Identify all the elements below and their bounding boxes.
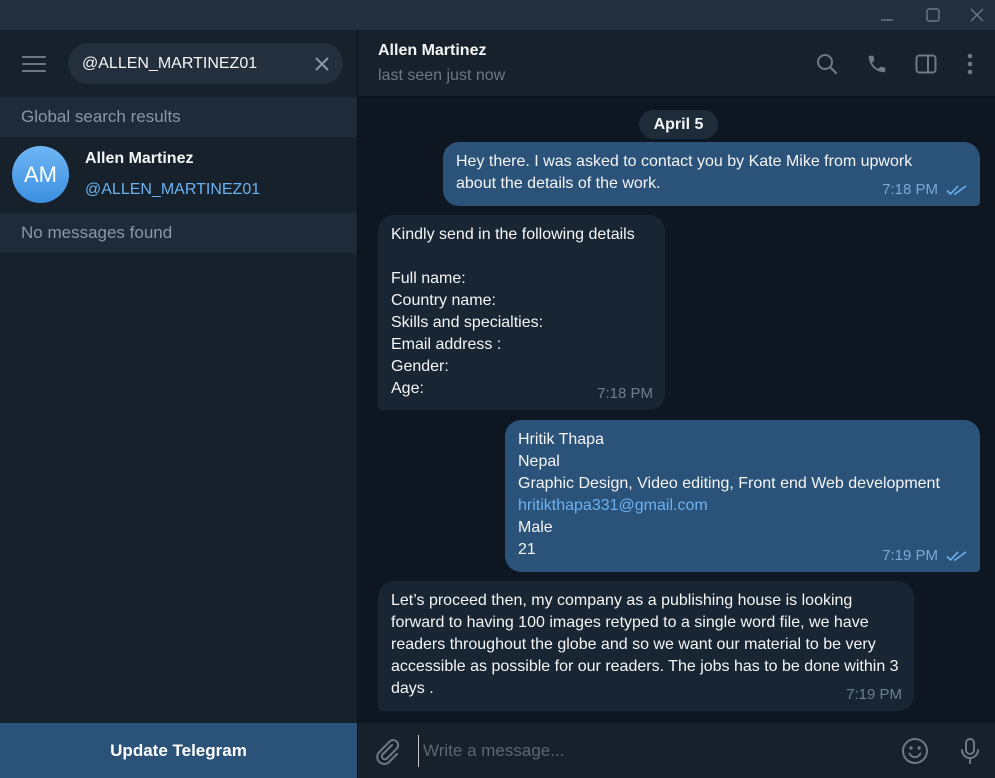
message-time: 7:18 PM xyxy=(597,385,653,402)
message-bubble-incoming[interactable]: Let’s proceed then, my company as a publ… xyxy=(378,581,914,711)
message-time: 7:19 PM xyxy=(882,547,938,564)
paperclip-icon[interactable] xyxy=(372,736,402,766)
clear-search-icon[interactable] xyxy=(311,53,333,75)
chat-status: last seen just now xyxy=(378,67,506,84)
search-icon[interactable] xyxy=(813,50,841,78)
message-input[interactable] xyxy=(418,735,888,767)
message-line: Nepal xyxy=(518,453,560,470)
close-icon[interactable] xyxy=(954,0,995,30)
emoji-icon[interactable] xyxy=(900,736,930,766)
no-messages-label: No messages found xyxy=(0,213,357,253)
message-time: 7:19 PM xyxy=(846,686,902,703)
update-telegram-button[interactable]: Update Telegram xyxy=(0,723,357,778)
search-input[interactable] xyxy=(82,43,302,84)
message-meta: 7:19 PM xyxy=(846,684,902,706)
message-bubble-outgoing[interactable]: Hey there. I was asked to contact you by… xyxy=(443,142,980,206)
date-separator: April 5 xyxy=(639,110,718,139)
message-line: Country name: xyxy=(391,292,496,309)
message-line xyxy=(391,246,652,268)
message-time: 7:18 PM xyxy=(882,181,938,198)
message-line: Email address : xyxy=(391,336,502,353)
message-line: Kindly send in the following details xyxy=(391,226,635,243)
phone-call-icon[interactable] xyxy=(863,50,891,78)
window-titlebar xyxy=(0,0,995,30)
double-check-icon xyxy=(946,185,967,196)
message-line: Skills and specialties: xyxy=(391,314,544,331)
message-line: Hritik Thapa xyxy=(518,431,604,448)
chat-header: Allen Martinez last seen just now xyxy=(358,30,995,97)
message-composer xyxy=(358,723,995,778)
message-line: Male xyxy=(518,519,553,536)
result-name: Allen Martinez xyxy=(85,150,194,167)
result-handle: @ALLEN_MARTINEZ01 xyxy=(85,181,261,198)
hamburger-menu-icon[interactable] xyxy=(20,52,48,76)
maximize-icon[interactable] xyxy=(910,0,956,30)
message-line: Full name: xyxy=(391,270,466,287)
message-meta: 7:18 PM xyxy=(597,383,653,405)
message-meta: 7:19 PM xyxy=(882,545,968,567)
sidebar: Global search results AM Allen Martinez … xyxy=(0,30,357,778)
search-result-item[interactable]: AM Allen Martinez @ALLEN_MARTINEZ01 xyxy=(0,137,357,213)
message-bubble-incoming[interactable]: Kindly send in the following details Ful… xyxy=(378,215,665,410)
search-box xyxy=(68,43,343,84)
minimize-icon[interactable] xyxy=(864,0,910,30)
message-list: April 5 Hey there. I was asked to contac… xyxy=(358,97,995,723)
email-link[interactable]: hritikthapa331@gmail.com xyxy=(518,495,967,517)
sidebar-header xyxy=(0,30,357,97)
message-meta: 7:18 PM xyxy=(882,179,968,201)
message-line: Gender: xyxy=(391,358,449,375)
more-options-icon[interactable] xyxy=(956,50,984,78)
microphone-icon[interactable] xyxy=(955,736,985,766)
message-line: Hey there. I was asked to contact you by… xyxy=(456,153,913,170)
message-line: Graphic Design, Video editing, Front end… xyxy=(518,475,940,492)
chat-title[interactable]: Allen Martinez xyxy=(378,42,486,60)
sidebar-toggle-icon[interactable] xyxy=(912,50,940,78)
message-text: Let’s proceed then, my company as a publ… xyxy=(391,592,899,697)
message-bubble-outgoing[interactable]: Hritik Thapa Nepal Graphic Design, Video… xyxy=(505,420,980,572)
global-search-results-header: Global search results xyxy=(0,97,357,137)
avatar: AM xyxy=(12,146,69,203)
double-check-icon xyxy=(946,551,967,562)
